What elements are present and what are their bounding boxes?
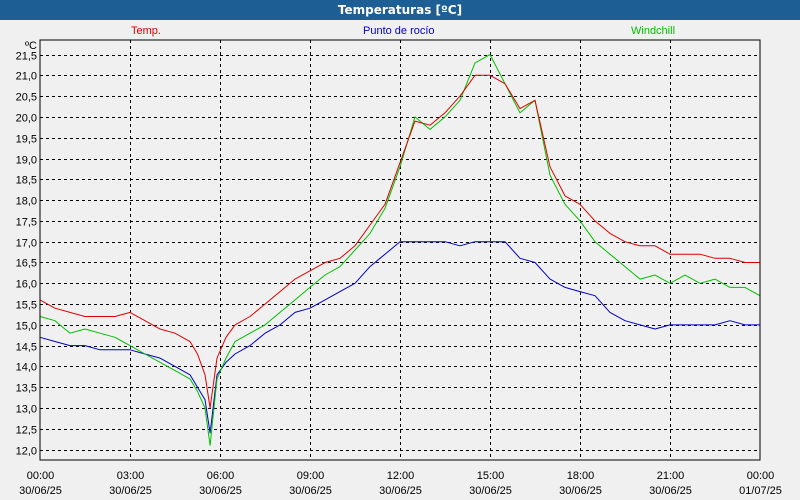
y-tick-label: 15,0 (16, 321, 37, 333)
temperature-chart: ºC 12,012,513,013,514,014,515,015,516,01… (16, 39, 782, 497)
y-axis-ticks: 12,0 12,5 13,0 13,5 14,0 14,5 15,0 15,5 16,0 16,5… (16, 51, 37, 458)
y-tick-label: 17,5 (16, 217, 37, 229)
x-tick-date: 30/06/25 (289, 485, 332, 497)
x-tick-time: 18:00 (567, 470, 595, 482)
y-tick-label: 14,0 (16, 362, 37, 374)
y-tick-label: 19,5 (16, 134, 37, 146)
y-tick-label: 21,5 (16, 51, 37, 63)
y-tick-label: 20,0 (16, 113, 37, 125)
x-tick-date: 01/07/25 (739, 485, 782, 497)
y-tick-label: 13,0 (16, 404, 37, 416)
y-tick-label: 12,5 (16, 425, 37, 437)
x-tick-time: 03:00 (117, 470, 145, 482)
x-tick-time: 00:00 (27, 470, 55, 482)
x-tick-time: 09:00 (297, 470, 325, 482)
x-tick-time: 21:00 (657, 470, 685, 482)
y-tick-label: 17,0 (16, 238, 37, 250)
y-tick-label: 16,5 (16, 258, 37, 270)
y-tick-label: 15,5 (16, 300, 37, 312)
x-tick-time: 12:00 (387, 470, 415, 482)
x-tick-date: 30/06/25 (469, 485, 512, 497)
x-tick-time: 06:00 (207, 470, 235, 482)
x-tick-date: 30/06/25 (379, 485, 422, 497)
x-tick-date: 30/06/25 (19, 485, 62, 497)
y-tick-label: 14,5 (16, 342, 37, 354)
y-tick-label: 18,5 (16, 175, 37, 187)
y-tick-label: 18,0 (16, 196, 37, 208)
x-tick-date: 30/06/25 (559, 485, 602, 497)
x-tick-date: 30/06/25 (109, 485, 152, 497)
y-tick-label: 20,5 (16, 92, 37, 104)
grid (40, 40, 760, 460)
x-axis-ticks: 00:00 30/06/25 03:00 30/06/25 06:00 30/06/25 0… (19, 470, 782, 497)
x-tick-date: 30/06/25 (199, 485, 242, 497)
y-tick-label: 19,0 (16, 155, 37, 167)
x-tick-time: 00:00 (747, 470, 775, 482)
y-tick-label: 12,0 (16, 446, 37, 458)
x-tick-date: 30/06/25 (649, 485, 692, 497)
y-tick-label: 13,5 (16, 383, 37, 395)
y-tick-label: 16,0 (16, 279, 37, 291)
x-tick-time: 15:00 (477, 470, 505, 482)
y-tick-label: 21,0 (16, 71, 37, 83)
